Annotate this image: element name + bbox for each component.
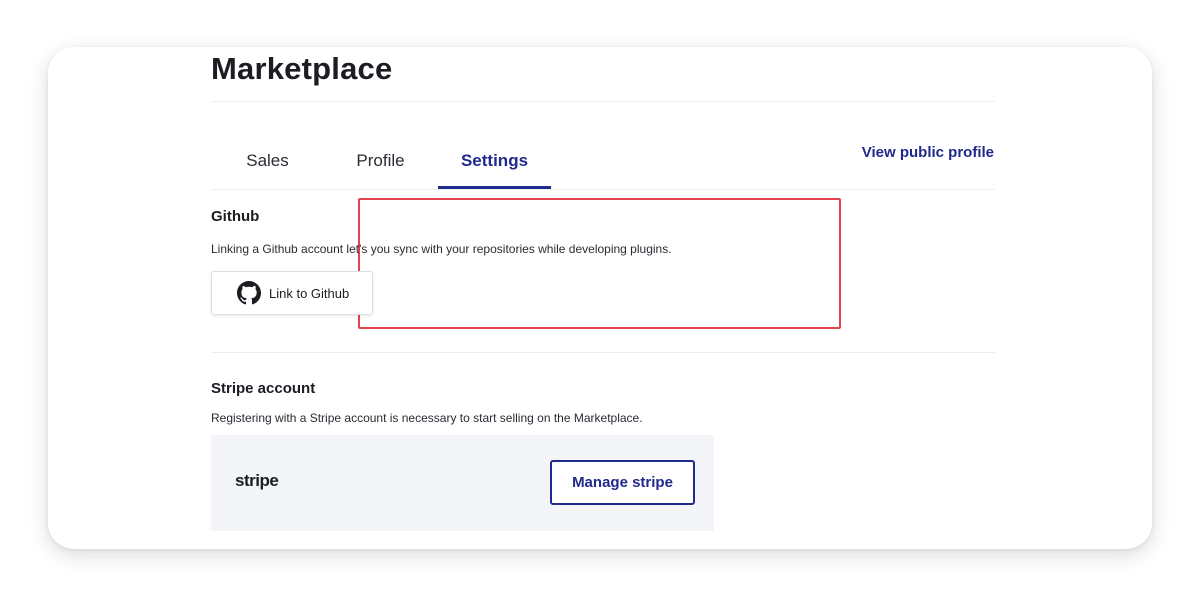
stripe-section-description: Registering with a Stripe account is nec… <box>211 411 643 425</box>
stripe-logo: stripe <box>235 471 279 490</box>
tab-profile[interactable]: Profile <box>324 139 437 189</box>
github-icon <box>237 281 261 305</box>
stripe-section-title: Stripe account <box>211 380 316 397</box>
tab-bar: Sales Profile Settings View public profi… <box>211 139 995 189</box>
title-divider <box>211 101 995 102</box>
tabs-divider <box>211 189 995 190</box>
main-content: Marketplace Sales Profile Settings View … <box>211 47 995 549</box>
view-public-profile-link[interactable]: View public profile <box>862 144 994 161</box>
link-to-github-button[interactable]: Link to Github <box>211 271 373 315</box>
page-title: Marketplace <box>211 51 393 86</box>
link-to-github-label: Link to Github <box>269 285 350 301</box>
tab-settings[interactable]: Settings <box>438 139 551 189</box>
manage-stripe-button[interactable]: Manage stripe <box>550 460 695 505</box>
github-section-highlight <box>358 198 841 329</box>
github-section-title: Github <box>211 208 260 225</box>
tab-sales[interactable]: Sales <box>211 139 324 189</box>
stripe-panel: stripe Manage stripe <box>211 435 714 531</box>
section-divider <box>211 352 995 353</box>
github-section-description: Linking a Github account let's you sync … <box>211 242 672 256</box>
settings-card: Marketplace Sales Profile Settings View … <box>48 47 1152 549</box>
